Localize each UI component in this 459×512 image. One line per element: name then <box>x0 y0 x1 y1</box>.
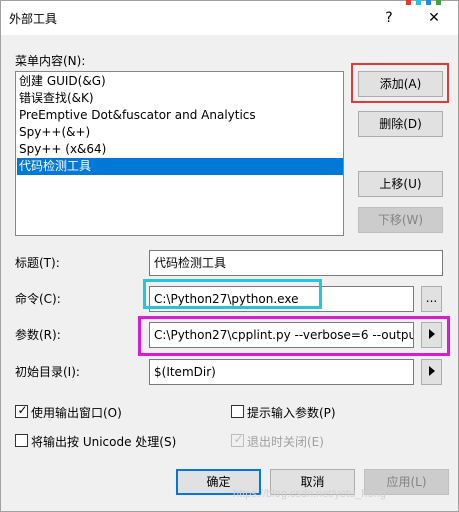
arrow-right-icon <box>428 365 435 376</box>
prompt-args-label: 提示输入参数(P) <box>247 406 336 420</box>
close-on-exit-checkbox[interactable]: ✓ <box>231 432 244 447</box>
close-icon: ✕ <box>428 10 440 26</box>
initdir-input[interactable]: $(ItemDir) <box>149 359 414 385</box>
list-item[interactable]: Spy++(&+) <box>17 124 343 141</box>
unicode-output-checkbox[interactable] <box>15 434 28 447</box>
title-bar: 外部工具 ? ✕ <box>1 1 458 35</box>
args-input[interactable]: C:\Python27\cpplint.py --verbose=6 --out… <box>149 322 414 348</box>
list-item[interactable]: Spy++ (x&64) <box>17 141 343 158</box>
arrow-right-icon <box>428 328 435 339</box>
top-edge-artifact <box>404 0 459 6</box>
list-item-selected[interactable]: 代码检测工具 <box>17 158 343 175</box>
title-input[interactable]: 代码检测工具 <box>149 250 443 276</box>
add-button[interactable]: 添加(A) <box>358 71 443 97</box>
check-icon: ✓ <box>17 403 28 417</box>
browse-button[interactable]: ... <box>421 286 442 312</box>
list-item[interactable]: 错误查找(&K) <box>17 90 343 107</box>
args-menu-button[interactable] <box>421 322 442 348</box>
check-icon: ✓ <box>233 432 244 446</box>
external-tools-dialog: 外部工具 ? ✕ 菜单内容(N): 创建 GUID(&G) 错误查找(&K) P… <box>0 0 459 512</box>
args-label: 参数(R): <box>15 328 61 342</box>
use-output-window-label: 使用输出窗口(O) <box>31 406 122 420</box>
delete-button[interactable]: 删除(D) <box>358 111 443 137</box>
close-button[interactable]: ✕ <box>411 1 457 35</box>
title-label: 标题(T): <box>15 256 60 270</box>
list-item[interactable]: 创建 GUID(&G) <box>17 73 343 90</box>
command-label: 命令(C): <box>15 292 61 306</box>
watermark: https://blog.csdn.net/yetu_hong <box>233 488 386 500</box>
move-up-button[interactable]: 上移(U) <box>358 171 443 197</box>
menu-contents-list[interactable]: 创建 GUID(&G) 错误查找(&K) PreEmptive Dot&fusc… <box>15 71 344 236</box>
unicode-output-label: 将输出按 Unicode 处理(S) <box>31 435 177 449</box>
menu-contents-label: 菜单内容(N): <box>15 54 86 68</box>
command-input[interactable]: C:\Python27\python.exe <box>149 286 414 312</box>
initdir-menu-button[interactable] <box>421 359 442 385</box>
help-button[interactable]: ? <box>366 1 412 35</box>
close-on-exit-label: 退出时关闭(E) <box>247 435 324 449</box>
initdir-label: 初始目录(I): <box>15 365 80 379</box>
move-down-button[interactable]: 下移(W) <box>358 207 443 233</box>
prompt-args-checkbox[interactable] <box>231 405 244 418</box>
use-output-window-checkbox[interactable]: ✓ <box>15 403 28 418</box>
list-item[interactable]: PreEmptive Dot&fuscator and Analytics <box>17 107 343 124</box>
window-title: 外部工具 <box>9 12 58 26</box>
